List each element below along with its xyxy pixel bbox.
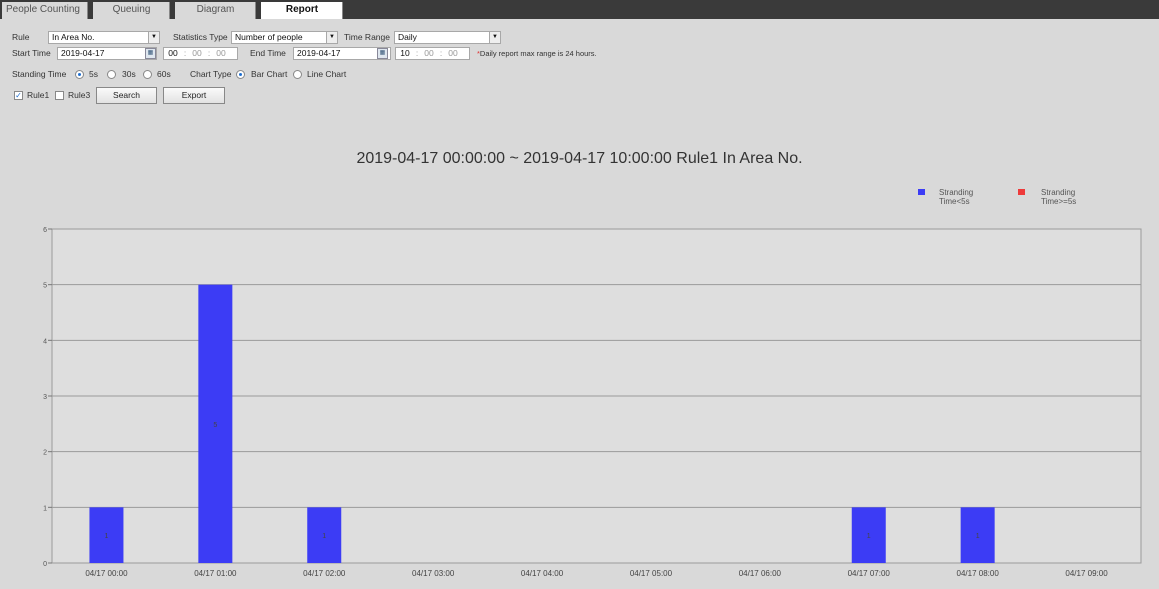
- bar-under-5s: [960, 507, 995, 563]
- tab-diagram[interactable]: Diagram: [172, 2, 256, 19]
- chart-title: 2019-04-17 00:00:00 ~ 2019-04-17 10:00:0…: [356, 150, 803, 167]
- checkbox-rule1-label: Rule1: [27, 90, 50, 100]
- bar-under-5s: [89, 507, 124, 563]
- legend-swatch-over-5s: [1018, 189, 1025, 195]
- end-time-input[interactable]: 10:00:00: [395, 47, 470, 60]
- radio-standing-5s[interactable]: [75, 70, 84, 79]
- rule-label: Rule: [12, 32, 30, 42]
- y-tick-label: 0: [43, 561, 47, 568]
- plot-area: [51, 228, 1142, 564]
- bar-value-label: 1: [867, 533, 871, 540]
- chevron-down-icon: ▼: [326, 32, 337, 43]
- legend-label-under-5s: Stranding Time<5s: [939, 188, 974, 206]
- tab-queuing[interactable]: Queuing: [90, 2, 170, 19]
- y-tick-label: 6: [43, 227, 47, 234]
- time-range-label: Time Range: [344, 32, 390, 42]
- rule-select[interactable]: In Area No. ▼: [48, 31, 160, 44]
- radio-standing-30s-label: 30s: [122, 69, 136, 79]
- tab-people-counting[interactable]: People Counting: [2, 2, 88, 19]
- calendar-icon[interactable]: ▦: [377, 48, 388, 59]
- chevron-down-icon: ▼: [489, 32, 500, 43]
- tab-bar: People Counting Queuing Diagram Report: [0, 0, 1159, 19]
- radio-line-chart-label: Line Chart: [307, 69, 347, 79]
- start-date-input[interactable]: 2019-04-17: [57, 47, 157, 60]
- bar-value-label: 1: [976, 533, 980, 540]
- y-tick-label: 2: [43, 450, 47, 457]
- x-tick-label: 04/17 03:00: [412, 569, 455, 578]
- bar-under-5s: [198, 284, 233, 563]
- statistics-type-label: Statistics Type: [173, 32, 228, 42]
- x-tick-label: 04/17 06:00: [739, 569, 782, 578]
- time-range-select[interactable]: Daily ▼: [394, 31, 501, 44]
- y-tick-label: 1: [43, 505, 47, 512]
- search-button[interactable]: Search: [96, 87, 157, 104]
- bar-value-label: 1: [104, 533, 108, 540]
- start-time-input[interactable]: 00:00:00: [163, 47, 238, 60]
- x-tick-label: 04/17 04:00: [521, 569, 564, 578]
- statistics-type-select[interactable]: Number of people ▼: [231, 31, 338, 44]
- export-button[interactable]: Export: [163, 87, 225, 104]
- bar-value-label: 1: [322, 533, 326, 540]
- x-tick-label: 04/17 00:00: [85, 569, 128, 578]
- bar-value-label: 5: [213, 422, 217, 429]
- y-tick-label: 4: [43, 338, 47, 345]
- chevron-down-icon: ▼: [148, 32, 159, 43]
- chart-type-label: Chart Type: [190, 69, 232, 79]
- end-time-label: End Time: [250, 48, 286, 58]
- start-time-label: Start Time: [12, 48, 51, 58]
- radio-standing-5s-label: 5s: [89, 69, 98, 79]
- bar-under-5s: [851, 507, 886, 563]
- radio-bar-chart-label: Bar Chart: [251, 69, 288, 79]
- x-tick-label: 04/17 02:00: [303, 569, 346, 578]
- radio-line-chart[interactable]: [293, 70, 302, 79]
- y-tick-label: 5: [43, 283, 47, 290]
- legend-swatch-under-5s: [918, 189, 925, 195]
- x-tick-label: 04/17 07:00: [848, 569, 891, 578]
- radio-standing-60s[interactable]: [143, 70, 152, 79]
- daily-range-note: *Daily report max range is 24 hours.: [477, 49, 597, 58]
- radio-standing-30s[interactable]: [107, 70, 116, 79]
- bar-under-5s: [307, 507, 342, 563]
- checkbox-rule1[interactable]: ✓: [14, 91, 23, 100]
- tab-report[interactable]: Report: [258, 2, 343, 19]
- x-tick-label: 04/17 05:00: [630, 569, 673, 578]
- checkbox-rule3[interactable]: [55, 91, 64, 100]
- x-tick-label: 04/17 09:00: [1065, 569, 1108, 578]
- y-tick-label: 3: [43, 394, 47, 401]
- radio-bar-chart[interactable]: [236, 70, 245, 79]
- radio-standing-60s-label: 60s: [157, 69, 171, 79]
- x-tick-label: 04/17 08:00: [957, 569, 1000, 578]
- x-tick-label: 04/17 01:00: [194, 569, 237, 578]
- standing-time-label: Standing Time: [12, 69, 67, 79]
- checkbox-rule3-label: Rule3: [68, 90, 91, 100]
- calendar-icon[interactable]: ▦: [145, 48, 156, 59]
- legend-label-over-5s: Stranding Time>=5s: [1041, 188, 1077, 206]
